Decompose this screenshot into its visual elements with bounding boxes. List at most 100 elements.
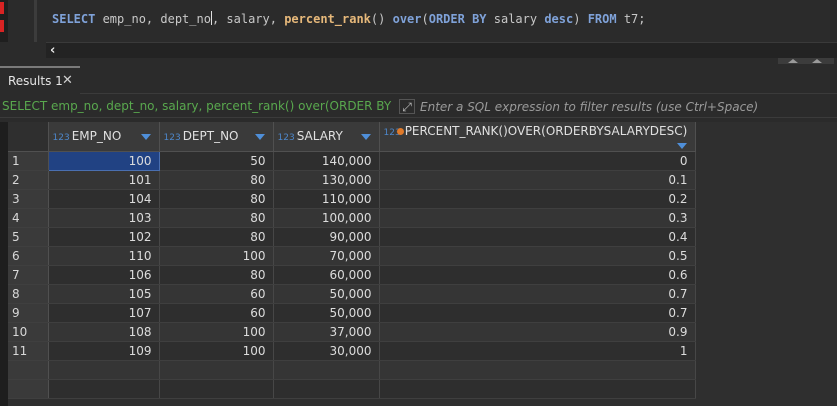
- row-number[interactable]: 7: [8, 265, 49, 285]
- cell-dept-no[interactable]: 50: [159, 151, 274, 171]
- cell-emp-no[interactable]: 110: [48, 246, 160, 266]
- cell-salary[interactable]: 37,000: [273, 322, 380, 342]
- header-row: 123 EMP_NO 123 DEPT_NO 123 SALARY 123 PERCEN…: [8, 122, 696, 152]
- collapse-up-icon[interactable]: [788, 59, 798, 63]
- cell-emp-no[interactable]: 105: [48, 284, 160, 304]
- results-grid[interactable]: 123 EMP_NO 123 DEPT_NO 123 SALARY 123 PERCEN…: [8, 122, 837, 406]
- table-row[interactable]: 10 108 100 37,000 0.9: [8, 322, 696, 342]
- sql-paren: ): [573, 12, 588, 26]
- expand-icon[interactable]: ⤢: [399, 99, 415, 114]
- row-number[interactable]: 9: [8, 303, 49, 323]
- table-row[interactable]: 7 106 80 60,000 0.6: [8, 265, 696, 285]
- cell-dept-no[interactable]: 80: [159, 227, 274, 247]
- editor-horizontal-scrollbar[interactable]: ‹: [46, 42, 837, 58]
- cell-dept-no[interactable]: 60: [159, 303, 274, 323]
- cell-emp-no[interactable]: 108: [48, 322, 160, 342]
- sql-keyword: FROM: [587, 12, 617, 26]
- number-type-icon: 123: [163, 133, 181, 144]
- cell-dept-no[interactable]: 80: [159, 170, 274, 190]
- row-number[interactable]: 6: [8, 246, 49, 266]
- empty-row: [8, 360, 696, 380]
- table-row[interactable]: 5 102 80 90,000 0.4: [8, 227, 696, 247]
- sort-dropdown-icon[interactable]: [254, 134, 265, 141]
- sql-keyword: desc: [544, 12, 574, 26]
- cell-emp-no[interactable]: 100: [47, 150, 160, 171]
- filter-query-text[interactable]: SELECT emp_no, dept_no, salary, percent_…: [2, 99, 394, 113]
- cell-percent-rank[interactable]: 0.5: [379, 246, 696, 266]
- cell-dept-no[interactable]: 80: [159, 265, 274, 285]
- cell-emp-no[interactable]: 102: [48, 227, 160, 247]
- table-row[interactable]: 3 104 80 110,000 0.2: [8, 189, 696, 209]
- row-number[interactable]: 2: [8, 170, 49, 190]
- empty-cell: [8, 360, 49, 380]
- row-number[interactable]: 5: [8, 227, 49, 247]
- row-number[interactable]: 10: [8, 322, 49, 342]
- sql-function: percent_rank: [284, 12, 371, 26]
- row-number[interactable]: 8: [8, 284, 49, 304]
- cell-emp-no[interactable]: 101: [48, 170, 160, 190]
- table-row[interactable]: 6 110 100 70,000 0.5: [8, 246, 696, 266]
- panel-splitter[interactable]: [778, 58, 834, 64]
- cell-percent-rank[interactable]: 0.9: [379, 322, 696, 342]
- row-number[interactable]: 3: [8, 189, 49, 209]
- sort-dropdown-icon[interactable]: [360, 134, 371, 141]
- cell-percent-rank[interactable]: 0: [379, 151, 696, 171]
- cell-salary[interactable]: 130,000: [273, 170, 380, 190]
- table-row[interactable]: 11 109 100 30,000 1: [8, 341, 696, 361]
- sql-code-line[interactable]: SELECT emp_no, dept_no, salary, percent_…: [52, 11, 646, 26]
- rownum-header: [8, 122, 49, 152]
- cell-emp-no[interactable]: 109: [48, 341, 160, 361]
- cell-dept-no[interactable]: 100: [159, 322, 274, 342]
- column-header-label: EMP_NO: [71, 129, 122, 144]
- cell-dept-no[interactable]: 80: [159, 189, 274, 209]
- tab-results-1[interactable]: Results 1 ✕: [0, 66, 80, 94]
- cell-salary[interactable]: 50,000: [273, 303, 380, 323]
- cell-emp-no[interactable]: 104: [48, 189, 160, 209]
- cell-dept-no[interactable]: 60: [159, 284, 274, 304]
- close-icon[interactable]: ✕: [62, 68, 73, 94]
- cell-salary[interactable]: 70,000: [273, 246, 380, 266]
- column-header-label: PERCENT_RANK()OVER(ORDERBYSALARYDESC): [404, 123, 688, 138]
- table-row[interactable]: 8 105 60 50,000 0.7: [8, 284, 696, 304]
- filter-input[interactable]: [420, 97, 830, 116]
- cell-percent-rank[interactable]: 0.1: [379, 170, 696, 190]
- row-number[interactable]: 11: [8, 341, 49, 361]
- cell-dept-no[interactable]: 100: [159, 246, 274, 266]
- cell-salary[interactable]: 140,000: [273, 151, 380, 171]
- cell-dept-no[interactable]: 100: [159, 341, 274, 361]
- cell-percent-rank[interactable]: 0.3: [379, 208, 696, 228]
- sort-dropdown-icon[interactable]: [140, 134, 151, 141]
- table-row[interactable]: 2 101 80 130,000 0.1: [8, 170, 696, 190]
- cell-percent-rank[interactable]: 1: [379, 341, 696, 361]
- empty-cell: [273, 379, 380, 399]
- cell-emp-no[interactable]: 106: [48, 265, 160, 285]
- cell-salary[interactable]: 30,000: [273, 341, 380, 361]
- collapse-up-icon[interactable]: [812, 59, 822, 63]
- table-row[interactable]: 4 103 80 100,000 0.3: [8, 208, 696, 228]
- cell-percent-rank[interactable]: 0.7: [379, 284, 696, 304]
- cell-percent-rank[interactable]: 0.6: [379, 265, 696, 285]
- table-row[interactable]: 1 100 50 140,000 0: [8, 150, 696, 171]
- empty-cell: [159, 379, 274, 399]
- column-header-emp-no[interactable]: 123 EMP_NO: [48, 122, 160, 152]
- sort-dropdown-icon[interactable]: [676, 142, 687, 149]
- column-header-salary[interactable]: 123 SALARY: [273, 122, 380, 152]
- cell-dept-no[interactable]: 80: [159, 208, 274, 228]
- cell-percent-rank[interactable]: 0.7: [379, 303, 696, 323]
- cell-salary[interactable]: 90,000: [273, 227, 380, 247]
- scroll-left-icon[interactable]: ‹: [50, 43, 64, 58]
- cell-salary[interactable]: 50,000: [273, 284, 380, 304]
- cell-emp-no[interactable]: 107: [48, 303, 160, 323]
- cell-emp-no[interactable]: 103: [48, 208, 160, 228]
- cell-salary[interactable]: 60,000: [273, 265, 380, 285]
- column-header-dept-no[interactable]: 123 DEPT_NO: [159, 122, 274, 152]
- table-row[interactable]: 9 107 60 50,000 0.7: [8, 303, 696, 323]
- cell-salary[interactable]: 100,000: [273, 208, 380, 228]
- cell-percent-rank[interactable]: 0.2: [379, 189, 696, 209]
- sql-editor[interactable]: SELECT emp_no, dept_no, salary, percent_…: [0, 0, 837, 64]
- cell-percent-rank[interactable]: 0.4: [379, 227, 696, 247]
- row-number[interactable]: 4: [8, 208, 49, 228]
- column-header-percent-rank[interactable]: 123 PERCENT_RANK()OVER(ORDERBYSALARYDESC): [379, 122, 696, 152]
- row-number[interactable]: 1: [8, 151, 49, 171]
- cell-salary[interactable]: 110,000: [273, 189, 380, 209]
